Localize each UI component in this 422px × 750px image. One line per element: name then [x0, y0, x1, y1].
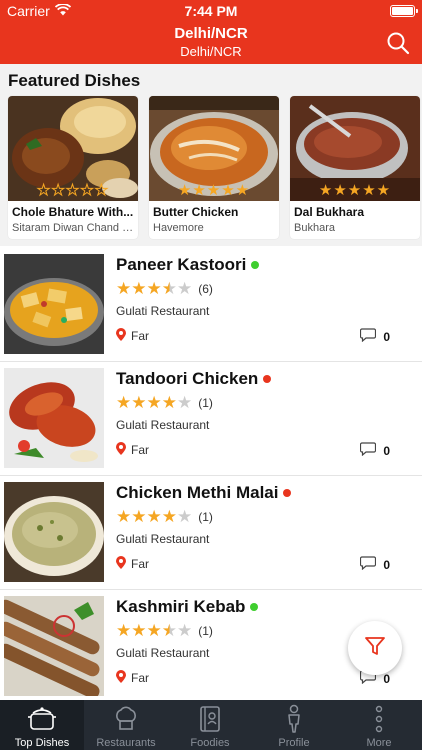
- featured-dish-name: Chole Bhature With...: [12, 205, 134, 219]
- person-icon: [252, 704, 336, 734]
- dish-photo-tandoori-chicken: [4, 368, 104, 468]
- dish-photo-chicken-methi-malai: [4, 482, 104, 582]
- tab-label: Restaurants: [96, 737, 156, 749]
- dish-photo-dal-bukhara: ★★★★★: [290, 96, 420, 201]
- rating: ★★★★★ (1): [116, 394, 213, 412]
- location-pin-icon: [116, 670, 126, 686]
- featured-restaurant-name: Bukhara: [294, 222, 335, 234]
- rating: ★★★★★ (1): [116, 508, 213, 526]
- comment-count: 0: [383, 443, 390, 458]
- featured-restaurant-name: Sitaram Diwan Chand C...: [12, 222, 134, 234]
- chef-hat-icon: [84, 704, 168, 734]
- more-dots-icon: [336, 704, 422, 734]
- rating-stars: ★★★★★: [116, 507, 193, 526]
- comment-icon: [360, 328, 377, 345]
- app-header: Carrier 7:44 PM Delhi/NCR Delhi/NCR: [0, 0, 422, 64]
- list-item[interactable]: Chicken Methi Malai ★★★★★ (1) Gulati Res…: [0, 476, 422, 590]
- comments-button[interactable]: 0: [360, 442, 390, 459]
- featured-rating-stars: ★★★★★: [177, 182, 251, 199]
- search-icon[interactable]: [386, 31, 410, 55]
- rating: ★★★★★ (1): [116, 622, 213, 640]
- status-bar: Carrier 7:44 PM: [0, 0, 422, 22]
- status-dot: [263, 375, 272, 383]
- dish-name: Chicken Methi Malai: [116, 483, 279, 502]
- comments-button[interactable]: 0: [360, 328, 390, 345]
- location-pin-icon: [116, 442, 126, 458]
- restaurant-name: Gulati Restaurant: [116, 646, 210, 660]
- rating-stars: ★★★★★: [116, 279, 193, 298]
- rating-count: (1): [198, 624, 213, 638]
- status-dot: [283, 489, 292, 497]
- restaurant-name: Gulati Restaurant: [116, 532, 210, 546]
- comment-icon: [360, 442, 377, 459]
- featured-rating-stars: ★★★★★: [318, 182, 392, 199]
- location-pin-icon: [116, 328, 126, 344]
- battery-icon: [390, 5, 418, 17]
- tab-foodies[interactable]: Foodies: [168, 700, 252, 750]
- filter-icon: [364, 635, 386, 662]
- dish-name: Kashmiri Kebab: [116, 597, 246, 616]
- comment-count: 0: [383, 557, 390, 572]
- book-icon: [168, 704, 252, 734]
- comment-count: 0: [383, 329, 390, 344]
- status-dot: [250, 603, 259, 611]
- status-time: 7:44 PM: [184, 3, 238, 19]
- featured-card[interactable]: ★★★★★ Chole Bhature With... Sitaram Diwa…: [8, 96, 138, 239]
- tab-label: More: [366, 737, 392, 749]
- featured-restaurant-name: Havemore: [153, 222, 204, 234]
- rating-count: (1): [198, 510, 213, 524]
- list-item[interactable]: Paneer Kastoori ★★★★★ (6) Gulati Restaur…: [0, 248, 422, 362]
- tab-bar: Top Dishes Restaurants Foodies Profile M…: [0, 700, 422, 750]
- dish-photo-chole-bhature: ★★★★★: [8, 96, 138, 201]
- tab-more[interactable]: More: [336, 700, 422, 750]
- restaurant-name: Gulati Restaurant: [116, 304, 210, 318]
- restaurant-name: Gulati Restaurant: [116, 418, 210, 432]
- rating-stars: ★★★★★: [116, 393, 193, 412]
- featured-card[interactable]: ★★★★★ Dal Bukhara Bukhara: [290, 96, 420, 239]
- dish-photo-paneer-kastoori: [4, 254, 104, 354]
- tab-label: Top Dishes: [14, 737, 70, 749]
- distance-label: Far: [131, 671, 149, 685]
- pot-icon: [0, 704, 84, 734]
- rating-stars: ★★★★★: [116, 621, 193, 640]
- filter-button[interactable]: [348, 621, 402, 675]
- dish-name: Tandoori Chicken: [116, 369, 259, 388]
- list-item[interactable]: Tandoori Chicken ★★★★★ (1) Gulati Restau…: [0, 362, 422, 476]
- dish-photo-kashmiri-kebab: [4, 596, 104, 696]
- featured-title: Featured Dishes: [8, 71, 141, 90]
- rating: ★★★★★ (6): [116, 280, 213, 298]
- distance-label: Far: [131, 329, 149, 343]
- distance-label: Far: [131, 557, 149, 571]
- dish-photo-butter-chicken: ★★★★★: [149, 96, 279, 201]
- rating-count: (6): [198, 282, 213, 296]
- location-pin-icon: [116, 556, 126, 572]
- tab-top-dishes[interactable]: Top Dishes: [0, 700, 84, 750]
- featured-section: Featured Dishes ★★★★★ Chole Bhature With…: [0, 64, 422, 246]
- featured-rating-stars: ★★★★★: [36, 182, 110, 199]
- status-dot: [251, 261, 260, 269]
- tab-label: Profile: [278, 737, 310, 749]
- featured-dish-name: Butter Chicken: [153, 205, 239, 219]
- header-subtitle[interactable]: Delhi/NCR: [0, 44, 422, 59]
- comments-button[interactable]: 0: [360, 556, 390, 573]
- featured-dish-name: Dal Bukhara: [294, 205, 365, 219]
- comment-count: 0: [383, 671, 390, 686]
- comment-icon: [360, 556, 377, 573]
- dish-name: Paneer Kastoori: [116, 255, 247, 274]
- featured-card[interactable]: ★★★★★ Butter Chicken Havemore: [149, 96, 279, 239]
- tab-label: Foodies: [190, 737, 230, 749]
- header-title[interactable]: Delhi/NCR: [0, 25, 422, 42]
- rating-count: (1): [198, 396, 213, 410]
- tab-profile[interactable]: Profile: [252, 700, 336, 750]
- distance-label: Far: [131, 443, 149, 457]
- tab-restaurants[interactable]: Restaurants: [84, 700, 168, 750]
